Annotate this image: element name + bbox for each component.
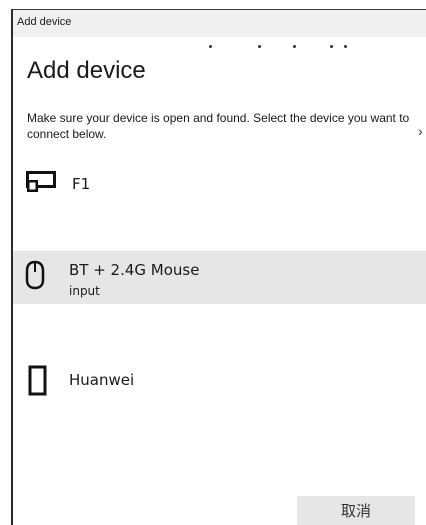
phone-icon <box>28 365 48 402</box>
loading-dot <box>258 45 261 48</box>
loading-dot <box>344 45 347 48</box>
device-item-f1[interactable]: F1 <box>13 163 426 205</box>
device-name: Huanwei <box>69 371 135 389</box>
add-device-window: Add device Add device Make sure your dev… <box>0 0 426 525</box>
window-title: Add device <box>17 16 72 28</box>
mouse-icon <box>25 260 45 295</box>
chevron-right-icon: › <box>418 123 423 139</box>
device-item-huanwei[interactable]: Huanwei <box>13 358 426 402</box>
loading-dot <box>330 45 333 48</box>
cancel-button[interactable]: 取消 <box>297 496 415 525</box>
loading-dot <box>293 45 296 48</box>
loading-dot <box>209 45 212 48</box>
device-name: F1 <box>72 175 91 193</box>
instructions-text: Make sure your device is open and found.… <box>27 111 410 141</box>
loading-dots-indicator <box>0 45 426 51</box>
device-name: BT + 2.4G Mouse <box>69 261 200 279</box>
page-title: Add device <box>27 57 146 84</box>
display-icon <box>26 171 56 198</box>
device-item-mouse[interactable]: BT + 2.4G Mouse input <box>13 251 426 304</box>
title-bar[interactable]: Add device <box>13 10 426 37</box>
device-type-label: input <box>69 284 100 298</box>
